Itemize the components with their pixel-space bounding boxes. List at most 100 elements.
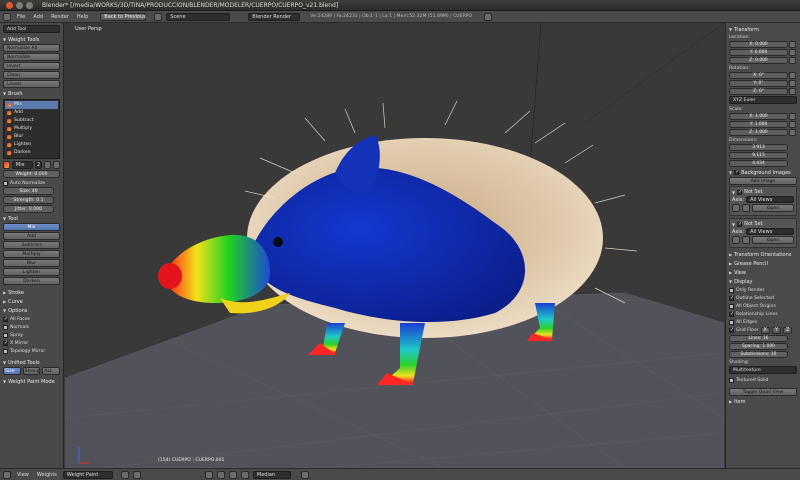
lock-icon[interactable] — [789, 113, 796, 120]
dimension-z-field[interactable]: 4.434 — [729, 160, 788, 167]
browse-image-icon[interactable] — [742, 204, 750, 212]
brush-item-blur[interactable]: Blur — [5, 133, 58, 141]
normalize-button[interactable]: Normalize — [3, 53, 60, 61]
lock-icon[interactable] — [789, 80, 796, 87]
background-images-header[interactable]: ▼ Background Images — [729, 168, 797, 177]
grid-spacing-field[interactable]: Spacing: 1.000 — [729, 343, 788, 350]
transform-orientations-header[interactable]: ▶ Transform Orientations — [729, 250, 797, 259]
tool-multiply-button[interactable]: Multiply — [3, 250, 60, 258]
tool-mix-button[interactable]: Mix — [3, 223, 60, 231]
invert-button[interactable]: Invert — [3, 62, 60, 70]
rotation-mode-dropdown[interactable]: XYZ Euler — [729, 96, 797, 104]
browse-image-icon[interactable] — [742, 236, 750, 244]
unlink-icon[interactable] — [53, 161, 60, 169]
scale-icon[interactable] — [240, 470, 249, 479]
tool-add-button[interactable]: Add — [3, 232, 60, 240]
rotation-y-field[interactable]: Y: 0° — [729, 80, 796, 87]
clean-button[interactable]: Clean — [3, 71, 60, 79]
all-faces-checkbox[interactable]: All Faces — [3, 315, 60, 323]
grid-axis-y-toggle[interactable]: Y — [771, 326, 782, 334]
unified-header[interactable]: ▼ Unified Tools — [3, 358, 60, 367]
tool-blur-button[interactable]: Blur — [3, 259, 60, 267]
image-1-visible-checkbox[interactable] — [737, 189, 742, 195]
relationship-lines-checkbox[interactable]: Relationship Lines — [729, 310, 797, 318]
strength-slider[interactable]: Strength: 0.1 — [3, 196, 54, 204]
weight-tools-header[interactable]: ▼ Weight Tools — [3, 35, 60, 44]
grid-axis-x-toggle[interactable]: X — [760, 326, 770, 334]
brush-item-lighten[interactable]: Lighten — [5, 141, 58, 149]
grid-floor-checkbox[interactable]: Grid Floor — [729, 326, 759, 334]
brush-item-darken[interactable]: Darken — [5, 149, 58, 157]
grid-subdivisions-field[interactable]: Subdivisions: 10 — [729, 351, 788, 358]
window-maximize-button[interactable] — [26, 1, 33, 9]
unified-strength-button[interactable]: Strength — [22, 367, 41, 375]
scene-selector[interactable]: Scene — [166, 12, 231, 21]
menu-render[interactable]: Render — [49, 14, 71, 20]
tool-lighten-button[interactable]: Lighten — [3, 268, 60, 276]
brush-item-mix[interactable]: Mix — [5, 101, 58, 109]
lock-icon[interactable] — [789, 72, 796, 79]
brush-item-multiply[interactable]: Multiply — [5, 125, 58, 133]
unified-size-button[interactable]: Size — [3, 367, 21, 375]
scale-z-field[interactable]: Z: 1.000 — [729, 129, 796, 136]
window-minimize-button[interactable] — [16, 1, 23, 9]
rotate-icon[interactable] — [228, 470, 237, 479]
textured-solid-checkbox[interactable]: Textured Solid — [729, 376, 797, 384]
rotation-z-field[interactable]: Z: 0° — [729, 88, 796, 95]
viewport-shading-icon[interactable] — [120, 470, 129, 479]
auto-normalize-checkbox[interactable]: Auto Normalize — [3, 179, 60, 187]
translate-icon[interactable] — [216, 470, 225, 479]
curve-header[interactable]: ▶ Curve — [3, 297, 60, 306]
image-1-open-button[interactable]: Open — [752, 204, 794, 212]
image-1-axis-dropdown[interactable]: All Views — [746, 196, 794, 203]
pivot-point-icon[interactable] — [132, 470, 141, 479]
options-header[interactable]: ▼ Options — [3, 306, 60, 315]
pivot-selector[interactable]: Median — [252, 470, 291, 479]
lock-icon[interactable] — [789, 41, 796, 48]
all-edges-checkbox[interactable]: All Edges — [729, 318, 797, 326]
lock-icon[interactable] — [789, 121, 796, 128]
levels-button[interactable]: Levels — [3, 80, 60, 88]
grease-pencil-header[interactable]: ▶ Grease Pencil — [729, 259, 797, 268]
scale-y-field[interactable]: Y: 1.000 — [729, 121, 796, 128]
grid-lines-field[interactable]: Lines: 16 — [729, 335, 788, 342]
x-mirror-checkbox[interactable]: X Mirror — [3, 339, 60, 347]
editor-type-icon[interactable] — [3, 470, 11, 479]
menu-weights[interactable]: Weights — [35, 472, 59, 478]
lock-icon[interactable] — [789, 88, 796, 95]
menu-help[interactable]: Help — [75, 14, 90, 20]
layer-icon[interactable] — [300, 470, 309, 479]
mode-selector[interactable]: Weight Paint — [62, 470, 113, 479]
brush-header[interactable]: ▼ Brush — [3, 89, 60, 98]
image-2-open-button[interactable]: Open — [752, 236, 794, 244]
scale-x-field[interactable]: X: 1.000 — [729, 113, 796, 120]
shading-dropdown[interactable]: Multitexture — [729, 366, 797, 374]
dimension-y-field[interactable]: 9.115 — [729, 152, 788, 159]
back-to-previous-button[interactable]: Back to Previous — [100, 12, 147, 21]
brush-users-field[interactable]: 2 — [34, 161, 43, 169]
tool-header[interactable]: ▼ Tool — [3, 214, 60, 223]
lock-icon[interactable] — [789, 57, 796, 64]
stroke-header[interactable]: ▶ Stroke — [3, 288, 60, 297]
location-x-field[interactable]: X: 0.000 — [729, 41, 796, 48]
location-z-field[interactable]: Z: 0.000 — [729, 57, 796, 64]
location-y-field[interactable]: Y: 0.000 — [729, 49, 796, 56]
window-close-button[interactable] — [6, 1, 13, 9]
dimension-x-field[interactable]: 3.913 — [729, 144, 788, 151]
fake-user-icon[interactable] — [44, 161, 52, 169]
image-2-visible-checkbox[interactable] — [737, 221, 742, 227]
image-2-axis-dropdown[interactable]: All Views — [746, 228, 794, 235]
item-header[interactable]: ▶ Item — [729, 397, 797, 406]
grid-axis-z-toggle[interactable]: Z — [783, 326, 793, 334]
menu-file[interactable]: File — [15, 14, 27, 20]
add-image-button[interactable]: Add Image — [729, 177, 797, 185]
display-header[interactable]: ▼ Display — [729, 277, 797, 286]
weight-slider[interactable]: Weight: 0.000 — [3, 170, 60, 178]
brush-name-field[interactable]: Mix — [11, 161, 33, 169]
only-render-checkbox[interactable]: Only Render — [729, 286, 797, 294]
weight-paint-mode-header[interactable]: ▼ Weight Paint Mode — [3, 377, 60, 386]
jitter-slider[interactable]: Jitter: 0.000 — [3, 205, 54, 213]
outline-selected-checkbox[interactable]: Outline Selected — [729, 294, 797, 302]
all-object-origins-checkbox[interactable]: All Object Origins — [729, 302, 797, 310]
3d-viewport[interactable]: User Persp (154) CUERPO: CUERPO.001 — [65, 23, 724, 468]
